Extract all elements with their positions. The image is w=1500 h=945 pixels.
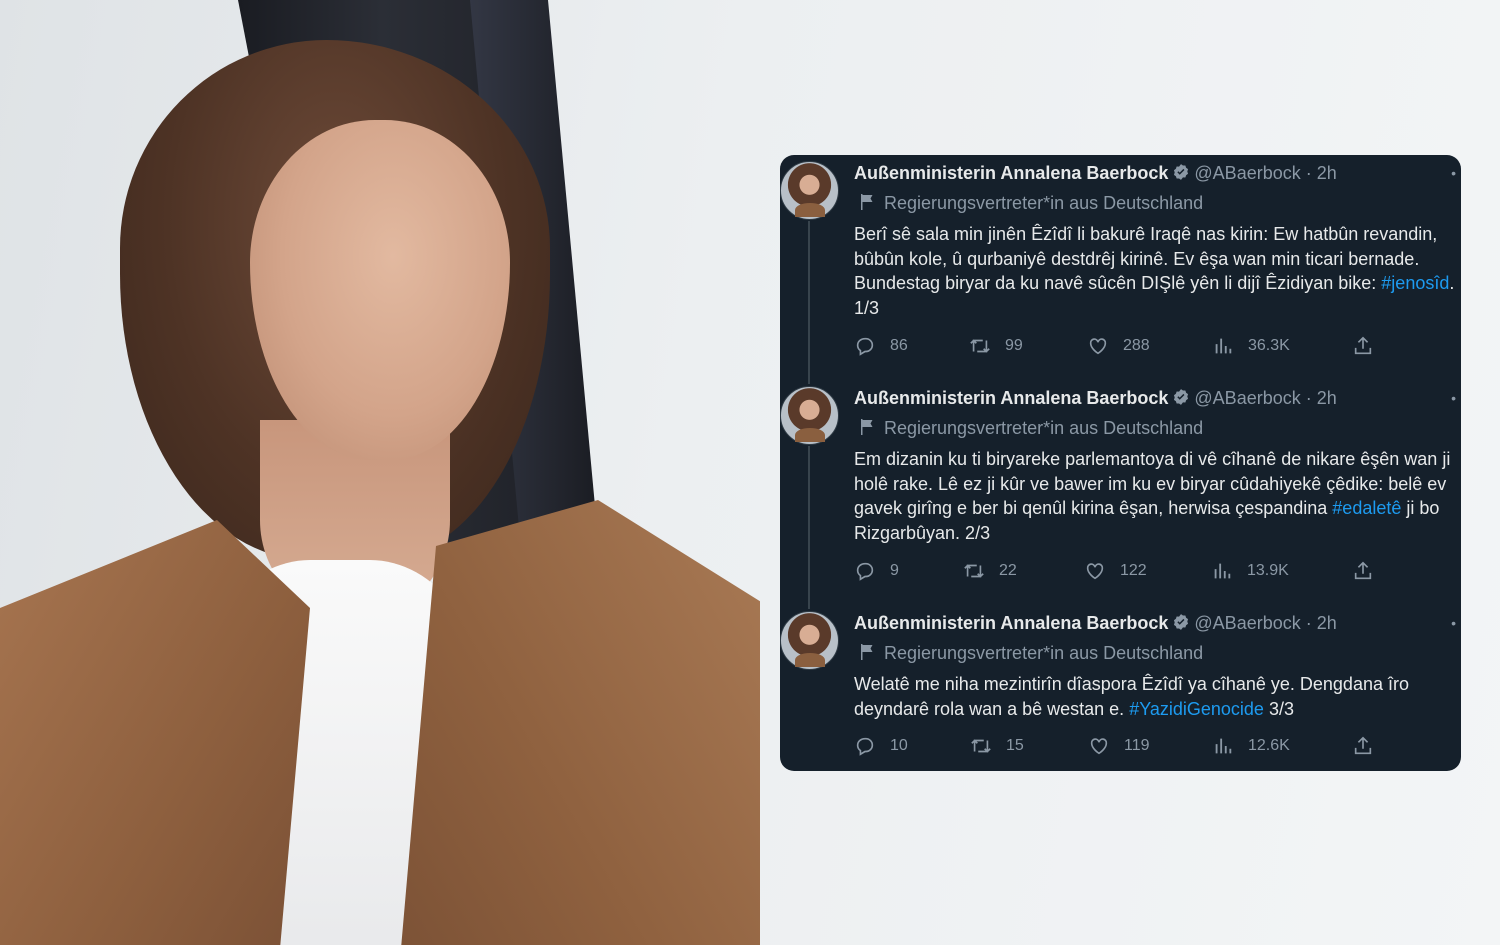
retweet-count: 15 (1006, 737, 1024, 754)
author-name[interactable]: Außenministerin Annalena Baerbock (854, 163, 1168, 183)
timestamp[interactable]: 2h (1317, 163, 1337, 183)
views-button[interactable]: 13.9K (1211, 560, 1289, 582)
timestamp[interactable]: 2h (1317, 388, 1337, 408)
tweet-thread-card: Außenministerin Annalena Baerbock @ABaerb… (780, 155, 1461, 771)
hashtag-link[interactable]: #jenosîd (1381, 273, 1449, 293)
label-text: Regierungsvertreter*in aus Deutschland (884, 193, 1204, 213)
thread-line (808, 446, 810, 609)
verified-badge-icon (1174, 614, 1189, 630)
reply-icon (856, 337, 874, 356)
thread-line (808, 221, 810, 384)
views-count: 12.6K (1248, 737, 1290, 754)
person-jacket-left (0, 520, 310, 945)
avatar[interactable] (780, 611, 839, 670)
more-icon[interactable]: • (1451, 165, 1457, 181)
like-button[interactable]: 119 (1088, 735, 1150, 757)
verified-badge-icon (1174, 164, 1189, 180)
separator-dot: · (1305, 613, 1312, 633)
tweet[interactable]: Außenministerin Annalena Baerbock @ABaerb… (780, 380, 1461, 609)
avatar[interactable] (780, 386, 839, 445)
share-icon[interactable] (1352, 335, 1374, 357)
tweet-actions: 86 99 288 36.3K (854, 335, 1374, 357)
author-name[interactable]: Außenministerin Annalena Baerbock (854, 388, 1168, 408)
like-count: 288 (1123, 337, 1150, 354)
tweet-text: Welatê me niha mezintirîn dîaspora Êzîdî… (854, 672, 1461, 721)
tweet-header: Außenministerin Annalena Baerbock @ABaerb… (854, 388, 1337, 409)
retweet-button[interactable]: 15 (970, 735, 1024, 757)
author-name[interactable]: Außenministerin Annalena Baerbock (854, 613, 1168, 633)
reply-icon (856, 562, 874, 581)
views-icon (1214, 563, 1231, 579)
reply-count: 86 (890, 337, 908, 354)
reply-button[interactable]: 10 (854, 735, 908, 757)
tweet-text: Berî sê sala min jinên Êzîdî li bakurê I… (854, 222, 1461, 320)
government-flag-icon (861, 644, 873, 660)
reply-count: 10 (890, 737, 908, 754)
label-text: Regierungsvertreter*in aus Deutschland (884, 643, 1204, 663)
separator-dot: · (1305, 388, 1312, 408)
author-handle[interactable]: @ABaerbock (1194, 163, 1300, 183)
tweet-actions: 10 15 119 12.6K (854, 735, 1374, 757)
retweet-icon (970, 339, 990, 353)
author-handle[interactable]: @ABaerbock (1194, 613, 1300, 633)
timestamp[interactable]: 2h (1317, 613, 1337, 633)
retweet-count: 22 (999, 562, 1017, 579)
more-icon[interactable]: • (1451, 390, 1457, 406)
views-count: 36.3K (1248, 337, 1290, 354)
retweet-icon (964, 564, 984, 578)
retweet-button[interactable]: 22 (963, 560, 1017, 582)
like-count: 119 (1124, 737, 1150, 754)
tweet-header: Außenministerin Annalena Baerbock @ABaerb… (854, 163, 1337, 184)
tweet-header: Außenministerin Annalena Baerbock @ABaerb… (854, 613, 1337, 634)
government-flag-icon (861, 419, 873, 435)
heart-icon (1090, 738, 1108, 755)
avatar[interactable] (780, 161, 839, 220)
reply-button[interactable]: 9 (854, 560, 899, 582)
reply-count: 9 (890, 562, 899, 579)
tweet-text: Em dizanin ku ti biryareke parlemantoya … (854, 447, 1461, 545)
retweet-icon (971, 739, 991, 753)
views-icon (1215, 738, 1232, 754)
views-icon (1215, 338, 1232, 354)
hashtag-link[interactable]: #edaletê (1332, 498, 1401, 518)
tweet-actions: 9 22 122 13.9K (854, 560, 1374, 582)
tweet[interactable]: Außenministerin Annalena Baerbock @ABaerb… (780, 155, 1461, 384)
government-flag-icon (861, 194, 873, 210)
account-label: Regierungsvertreter*in aus Deutschland (860, 193, 1203, 214)
person-jacket-right (400, 500, 760, 945)
more-icon[interactable]: • (1451, 615, 1457, 631)
reply-icon (856, 737, 874, 756)
like-button[interactable]: 122 (1084, 560, 1147, 582)
tweet[interactable]: Außenministerin Annalena Baerbock @ABaerb… (780, 605, 1461, 771)
account-label: Regierungsvertreter*in aus Deutschland (860, 643, 1203, 664)
retweet-button[interactable]: 99 (969, 335, 1023, 357)
verified-badge-icon (1174, 389, 1189, 405)
reply-button[interactable]: 86 (854, 335, 908, 357)
share-icon[interactable] (1352, 560, 1374, 582)
separator-dot: · (1305, 163, 1312, 183)
tweet-text-part: 3/3 (1263, 698, 1294, 719)
like-count: 122 (1120, 562, 1147, 579)
views-button[interactable]: 36.3K (1212, 335, 1290, 357)
views-count: 13.9K (1247, 562, 1289, 579)
author-handle[interactable]: @ABaerbock (1194, 388, 1300, 408)
retweet-count: 99 (1005, 337, 1023, 354)
tweet-text-part: Berî sê sala min jinên Êzîdî li bakurê I… (854, 224, 1438, 293)
like-button[interactable]: 288 (1087, 335, 1150, 357)
heart-icon (1086, 563, 1104, 580)
label-text: Regierungsvertreter*in aus Deutschland (884, 418, 1204, 438)
heart-icon (1089, 338, 1107, 355)
share-icon[interactable] (1352, 735, 1374, 757)
account-label: Regierungsvertreter*in aus Deutschland (860, 418, 1203, 439)
views-button[interactable]: 12.6K (1212, 735, 1290, 757)
hashtag-link[interactable]: #YazidiGenocide (1129, 699, 1264, 719)
